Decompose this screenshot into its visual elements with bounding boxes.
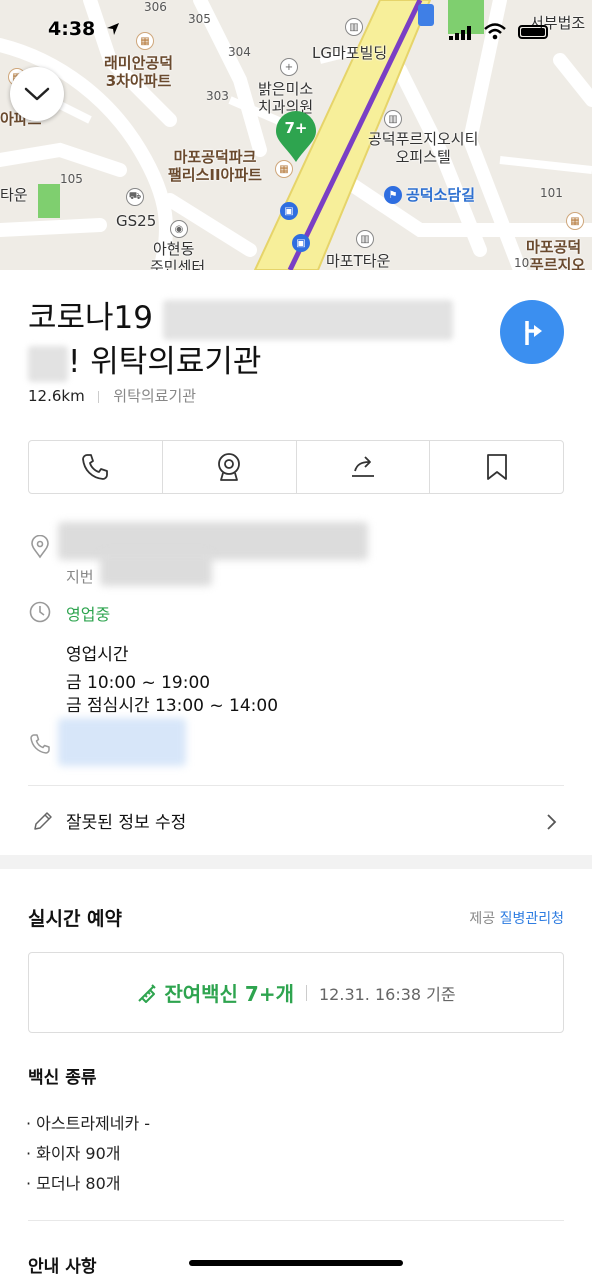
vaccine-remaining-box[interactable]: 잔여백신 7+개 12.31. 16:38 기준 xyxy=(28,952,564,1033)
redacted-text xyxy=(28,345,68,382)
bus-stop-icon[interactable]: ▣ xyxy=(292,234,310,252)
map-label-office: 공덕푸르지오시티 오피스텔 xyxy=(368,130,479,166)
map-label-mapo-t: 마포T타운 xyxy=(326,252,391,270)
location-arrow-icon xyxy=(107,23,119,35)
home-indicator[interactable] xyxy=(189,1260,403,1266)
status-time: 4:38 xyxy=(48,18,96,40)
flag-icon: ⚑ xyxy=(384,186,402,204)
vaccine-type-item: · 화이자 90개 xyxy=(26,1144,121,1163)
clock-icon xyxy=(29,601,51,623)
place-detail-sheet: 코로나19 ! 위탁의료기관 12.6km 위탁의료기관 지번 영업중 영업시간… xyxy=(0,270,592,1280)
remaining-vaccines: 잔여백신 7+개 xyxy=(164,982,294,1006)
action-bar xyxy=(28,440,564,494)
bus-stop-icon[interactable]: ▣ xyxy=(280,202,298,220)
map-label-ahyeon-center: 주민센터 xyxy=(150,258,206,270)
divider xyxy=(28,1220,564,1221)
battery-icon xyxy=(518,25,548,39)
map-label-gs25: GS25 xyxy=(116,212,157,230)
directions-button[interactable] xyxy=(500,300,564,364)
share-icon xyxy=(351,456,374,477)
vaccine-map-pin[interactable]: 7+ xyxy=(274,111,318,163)
address-sub: 지번 xyxy=(66,566,94,587)
signal-icon xyxy=(449,26,471,40)
save-button[interactable] xyxy=(430,441,563,493)
vaccine-type-item: · 아스트라제네카 - xyxy=(26,1114,151,1133)
category: 위탁의료기관 xyxy=(113,387,197,405)
apartment-icon: ▦ xyxy=(566,212,584,230)
edit-info-row[interactable]: 잘못된 정보 수정 xyxy=(28,802,564,838)
hours-title: 영업시간 xyxy=(66,645,129,665)
map-label-sodam: 공덕소담길 xyxy=(406,186,476,204)
map-label-taun: 타운 xyxy=(0,186,28,204)
map-view[interactable]: 306 305 304 303 105 101 102 ▦ 래미안공덕 3차아파… xyxy=(0,0,592,270)
section-gap xyxy=(0,855,592,869)
place-meta: 12.6km 위탁의료기관 xyxy=(28,385,196,406)
syringe-icon xyxy=(138,983,157,1003)
building-icon: ▥ xyxy=(384,110,402,128)
map-label-ahyeon: 아현동 xyxy=(153,240,195,258)
office-icon: ◉ xyxy=(170,220,188,238)
divider xyxy=(28,785,564,786)
hours-line: 금 10:00 ~ 19:00 xyxy=(66,673,211,693)
hospital-icon: + xyxy=(280,58,298,76)
map-label-raemian: 래미안공덕 3차아파트 xyxy=(104,54,174,90)
open-state: 영업중 xyxy=(66,605,111,624)
vaccine-type-item: · 모더나 80개 xyxy=(26,1174,121,1193)
provider: 제공 질병관리청 xyxy=(469,908,564,928)
pin-label: 7+ xyxy=(284,119,308,137)
status-bar: 4:38 xyxy=(0,18,592,48)
as-of-time: 12.31. 16:38 기준 xyxy=(319,984,456,1004)
map-number: 105 xyxy=(60,172,83,186)
map-label-park-palace: 마포공덕파크 팰리스II아파트 xyxy=(168,148,262,184)
directions-icon xyxy=(525,321,542,345)
cart-icon: ⛟ xyxy=(126,188,144,206)
redacted-phone[interactable] xyxy=(58,718,186,766)
collapse-button[interactable] xyxy=(10,67,64,121)
edit-info-label: 잘못된 정보 수정 xyxy=(66,813,187,833)
phone-icon xyxy=(82,454,109,480)
phone-icon xyxy=(30,734,50,754)
provider-prefix: 제공 xyxy=(469,911,496,927)
divider xyxy=(306,984,307,1001)
map-number: 101 xyxy=(540,186,563,200)
share-button[interactable] xyxy=(297,441,431,493)
place-title-line2: ! 위탁의료기관 xyxy=(68,344,262,380)
hours-line: 금 점심시간 13:00 ~ 14:00 xyxy=(66,696,279,716)
redacted-address-sub xyxy=(100,552,212,586)
building-icon: ▥ xyxy=(356,230,374,248)
pencil-icon xyxy=(34,812,52,830)
reservation-title: 실시간 예약 xyxy=(28,908,123,930)
divider xyxy=(98,390,100,403)
notice-title: 안내 사항 xyxy=(28,1257,97,1277)
distance: 12.6km xyxy=(28,387,85,405)
call-button[interactable] xyxy=(29,441,163,493)
address-sub-prefix: 지번 xyxy=(66,568,94,586)
place-title: 코로나19 ! 위탁의료기관 xyxy=(28,296,478,384)
street-view-button[interactable] xyxy=(163,441,297,493)
cctv-icon xyxy=(218,453,241,481)
wifi-icon xyxy=(484,23,506,40)
chevron-right-icon xyxy=(547,814,557,830)
bookmark-icon xyxy=(486,454,507,480)
map-label-mapogong2: 푸르지오 xyxy=(530,256,586,270)
map-number: 303 xyxy=(206,89,229,103)
provider-name[interactable]: 질병관리청 xyxy=(500,911,564,927)
map-label-mapogong: 마포공덕 xyxy=(526,238,582,256)
location-pin-icon xyxy=(31,535,49,559)
place-title-line1: 코로나19 xyxy=(28,300,154,336)
map-number: 306 xyxy=(144,0,167,14)
vaccine-types-title: 백신 종류 xyxy=(28,1068,97,1088)
redacted-text xyxy=(162,299,453,340)
chevron-down-icon xyxy=(24,87,50,101)
